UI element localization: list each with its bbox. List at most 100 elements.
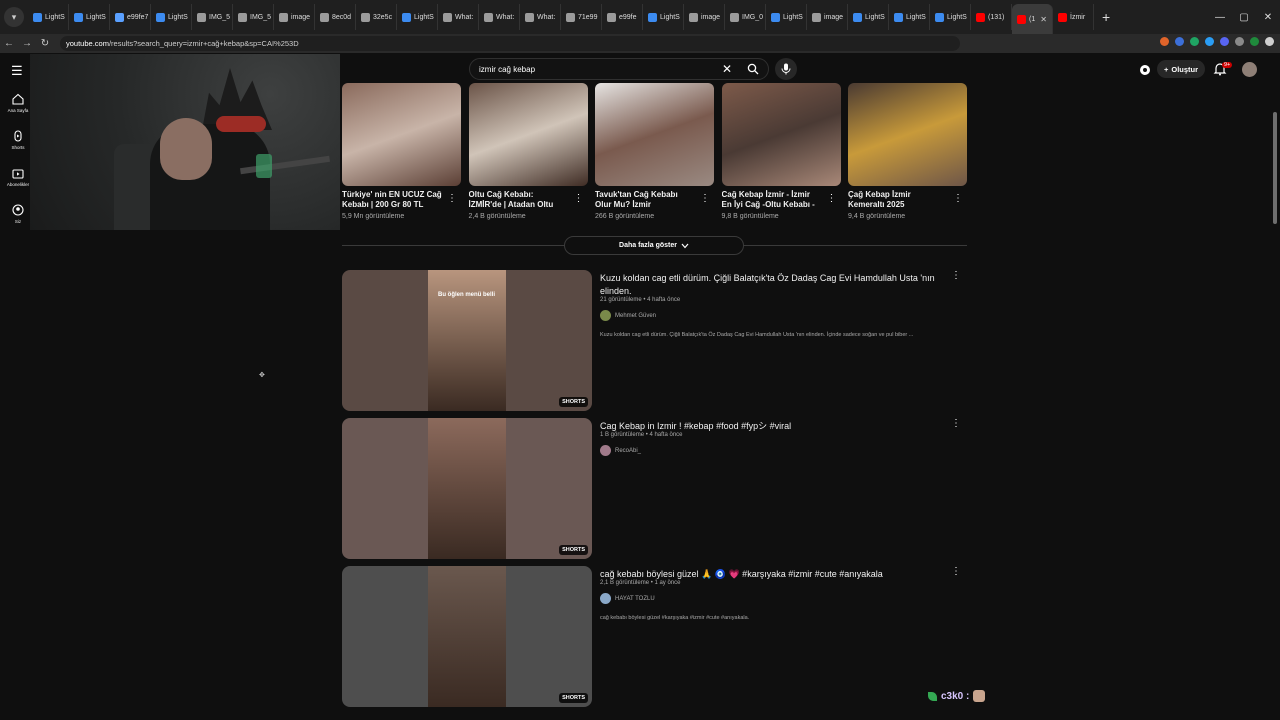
- extension-icon[interactable]: [1160, 37, 1169, 46]
- short-title[interactable]: Oltu Cağ Kebabı: İZMİR'de | Atadan Oltu …: [469, 190, 569, 211]
- tab-favicon-icon: [853, 12, 862, 22]
- browser-tab[interactable]: LightS: [69, 4, 110, 30]
- short-card[interactable]: Çağ Kebap İzmir Kemeraltı 2025 9,4 B görü…: [848, 83, 967, 220]
- tab-favicon-icon: [525, 12, 534, 22]
- channel-name[interactable]: HAYAT TOZLU: [615, 596, 655, 602]
- show-more-button[interactable]: Daha fazla göster: [564, 236, 744, 255]
- result-thumbnail[interactable]: SHORTS: [342, 418, 592, 559]
- short-title[interactable]: Tavuk'tan Cağ Kebabı Olur Mu? İzmir Kara…: [595, 190, 695, 211]
- more-actions-icon[interactable]: ⋮: [447, 193, 457, 204]
- more-actions-icon[interactable]: ⋮: [951, 566, 961, 577]
- clear-search-icon[interactable]: ✕: [722, 62, 732, 76]
- tab-label: (131): [988, 13, 1005, 21]
- channel-link[interactable]: RecoAbi_: [600, 445, 641, 456]
- more-actions-icon[interactable]: ⋮: [951, 418, 961, 429]
- channel-name[interactable]: Mehmet Güven: [615, 313, 656, 319]
- browser-tab[interactable]: LightS: [397, 4, 438, 30]
- browser-tab[interactable]: 32e5c: [356, 4, 397, 30]
- short-title[interactable]: Cağ Kebap İzmir - İzmir En İyi Cağ -Oltu…: [722, 190, 822, 211]
- short-thumbnail[interactable]: [848, 83, 967, 186]
- video-result[interactable]: Bu öğlen menü belli SHORTS Kuzu koldan cag…: [342, 270, 967, 411]
- browser-tab[interactable]: What:: [520, 4, 561, 30]
- forward-icon[interactable]: →: [18, 38, 36, 49]
- create-button[interactable]: + Oluştur: [1157, 60, 1205, 78]
- short-thumbnail[interactable]: [468, 83, 588, 186]
- browser-tab[interactable]: İzmir: [1053, 4, 1094, 30]
- menu-icon[interactable]: [1265, 37, 1274, 46]
- browser-tab[interactable]: image: [274, 4, 315, 30]
- short-thumbnail[interactable]: [342, 83, 461, 186]
- more-actions-icon[interactable]: ⋮: [700, 193, 710, 204]
- more-actions-icon[interactable]: ⋮: [951, 270, 961, 281]
- browser-tab[interactable]: IMG_5: [233, 4, 274, 30]
- channel-avatar[interactable]: [600, 593, 611, 604]
- guide-menu-icon[interactable]: ☰: [11, 63, 25, 79]
- short-card[interactable]: Cağ Kebap İzmir - İzmir En İyi Cağ -Oltu…: [721, 83, 841, 220]
- reload-icon[interactable]: ↻: [36, 38, 54, 49]
- browser-tab[interactable]: e99fe: [602, 4, 643, 30]
- browser-tab[interactable]: (1 ✕: [1012, 4, 1053, 34]
- browser-tab[interactable]: image: [684, 4, 725, 30]
- browser-tab[interactable]: LightS: [766, 4, 807, 30]
- tab-favicon-icon: [115, 12, 124, 22]
- url-field[interactable]: youtube.com/results?search_query=izmir+c…: [60, 36, 960, 51]
- short-card[interactable]: Türkiye' nin EN UCUZ Cağ Kebabı | 200 Gr…: [342, 83, 461, 220]
- short-views: 5,9 Mn görüntüleme: [342, 213, 405, 220]
- short-thumbnail[interactable]: [721, 83, 841, 186]
- back-icon[interactable]: ←: [0, 38, 18, 49]
- video-result[interactable]: SHORTS cağ kebabı böylesi güzel 🙏 🧿 💗 #ka…: [342, 566, 967, 707]
- extension-icon[interactable]: [1205, 37, 1214, 46]
- browser-tab[interactable]: LightS: [930, 4, 971, 30]
- short-card[interactable]: Tavuk'tan Cağ Kebabı Olur Mu? İzmir Kara…: [595, 83, 714, 220]
- page-scrollbar[interactable]: [1273, 112, 1277, 224]
- account-avatar[interactable]: [1242, 62, 1257, 77]
- short-thumbnail[interactable]: [595, 83, 714, 186]
- short-title[interactable]: Türkiye' nin EN UCUZ Cağ Kebabı | 200 Gr…: [342, 190, 442, 211]
- profile-icon[interactable]: [1250, 37, 1259, 46]
- settings-gear-icon[interactable]: [1138, 63, 1152, 77]
- tab-favicon-icon: [935, 12, 944, 22]
- show-more-label: Daha fazla göster: [619, 242, 677, 249]
- browser-tab[interactable]: LightS: [848, 4, 889, 30]
- browser-tab[interactable]: 71e99: [561, 4, 602, 30]
- extension-icon[interactable]: [1175, 37, 1184, 46]
- browser-tab[interactable]: What:: [438, 4, 479, 30]
- channel-link[interactable]: Mehmet Güven: [600, 310, 656, 321]
- more-actions-icon[interactable]: ⋮: [574, 193, 584, 204]
- channel-name[interactable]: RecoAbi_: [615, 448, 641, 454]
- browser-tab[interactable]: e99fe7: [110, 4, 151, 30]
- result-title[interactable]: Kuzu koldan cag etli dürüm. Çiğli Balatç…: [600, 272, 940, 298]
- maximize-button[interactable]: ▢: [1232, 12, 1256, 23]
- extension-icon[interactable]: [1190, 37, 1199, 46]
- short-card[interactable]: Oltu Cağ Kebabı: İZMİR'de | Atadan Oltu …: [468, 83, 588, 220]
- result-thumbnail[interactable]: Bu öğlen menü belli SHORTS: [342, 270, 592, 411]
- channel-avatar[interactable]: [600, 310, 611, 321]
- channel-link[interactable]: HAYAT TOZLU: [600, 593, 655, 604]
- tab-close-icon[interactable]: ✕: [1040, 15, 1047, 24]
- browser-tab[interactable]: IMG_0: [725, 4, 766, 30]
- extension-icon[interactable]: [1220, 37, 1229, 46]
- more-actions-icon[interactable]: ⋮: [953, 193, 963, 204]
- browser-tab[interactable]: What:: [479, 4, 520, 30]
- browser-tab[interactable]: LightS: [643, 4, 684, 30]
- browser-tab[interactable]: LightS: [28, 4, 69, 30]
- tab-favicon-icon: [566, 12, 575, 22]
- result-thumbnail[interactable]: SHORTS: [342, 566, 592, 707]
- browser-tab[interactable]: IMG_5: [192, 4, 233, 30]
- browser-tab[interactable]: LightS: [889, 4, 930, 30]
- channel-avatar[interactable]: [600, 445, 611, 456]
- tab-search-button[interactable]: ▾: [4, 7, 24, 27]
- short-title[interactable]: Çağ Kebap İzmir Kemeraltı 2025: [848, 190, 948, 211]
- puzzle-icon[interactable]: [1235, 37, 1244, 46]
- video-result[interactable]: SHORTS Cag Kebap in Izmir ! #kebap #food …: [342, 418, 967, 559]
- close-window-button[interactable]: ✕: [1256, 12, 1280, 23]
- more-actions-icon[interactable]: ⋮: [827, 193, 837, 204]
- browser-tab[interactable]: 8ec0d: [315, 4, 356, 30]
- search-button[interactable]: [740, 58, 766, 80]
- voice-search-button[interactable]: [775, 58, 797, 80]
- browser-tab[interactable]: (131): [971, 4, 1012, 30]
- browser-tab[interactable]: LightS: [151, 4, 192, 30]
- new-tab-button[interactable]: +: [1102, 9, 1110, 25]
- minimize-button[interactable]: —: [1208, 12, 1232, 23]
- browser-tab[interactable]: image: [807, 4, 848, 30]
